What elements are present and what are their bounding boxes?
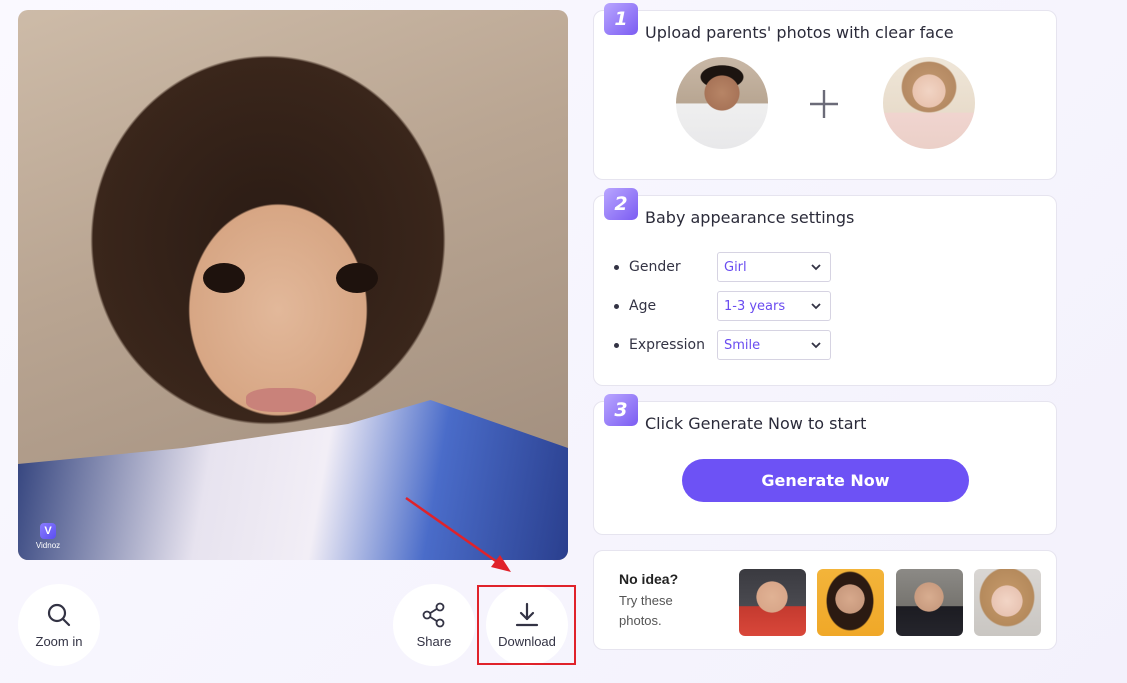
- upload-parents-card: 1 Upload parents' photos with clear face: [593, 3, 1057, 180]
- step-1-title: Upload parents' photos with clear face: [645, 23, 954, 42]
- plus-icon: [810, 90, 838, 118]
- expression-value: Smile: [724, 337, 761, 353]
- image-detail: [18, 400, 568, 560]
- gender-value: Girl: [724, 259, 747, 275]
- mother-photo-upload[interactable]: [883, 57, 975, 149]
- bullet: [614, 264, 619, 270]
- sample-photos-card: No idea? Try these photos.: [593, 550, 1057, 650]
- chevron-down-icon: [811, 303, 821, 310]
- gender-setting: Gender Girl: [614, 252, 831, 282]
- image-detail: [203, 263, 245, 293]
- share-icon: [422, 602, 445, 627]
- bullet: [614, 303, 619, 309]
- age-setting: Age 1-3 years: [614, 291, 831, 321]
- expression-select[interactable]: Smile: [717, 330, 831, 360]
- generate-now-button[interactable]: Generate Now: [682, 459, 969, 502]
- expression-setting: Expression Smile: [614, 330, 831, 360]
- generated-baby-image: V Vidnoz: [18, 10, 568, 560]
- age-value: 1-3 years: [724, 298, 786, 314]
- sample-photo-2[interactable]: [817, 569, 884, 636]
- search-icon: [47, 603, 71, 626]
- zoom-in-label: Zoom in: [35, 633, 83, 649]
- share-label: Share: [416, 633, 452, 649]
- age-select[interactable]: 1-3 years: [717, 291, 831, 321]
- step-2-title: Baby appearance settings: [645, 208, 855, 227]
- chevron-down-icon: [811, 264, 821, 271]
- step-badge-3: 3: [604, 394, 638, 426]
- gender-label: Gender: [629, 259, 681, 275]
- age-label: Age: [629, 298, 657, 314]
- no-idea-title: No idea?: [619, 571, 679, 587]
- vidnoz-watermark: V Vidnoz: [32, 523, 64, 550]
- image-detail: [246, 388, 316, 412]
- step-3-title: Click Generate Now to start: [645, 414, 867, 433]
- expression-label: Expression: [629, 337, 705, 353]
- father-photo-upload[interactable]: [676, 57, 768, 149]
- baby-settings-card: 2 Baby appearance settings Gender Girl A…: [593, 188, 1057, 386]
- download-highlight-box: [477, 585, 576, 665]
- zoom-in-button[interactable]: Zoom in: [18, 584, 100, 666]
- bullet: [614, 342, 619, 348]
- sample-photo-3[interactable]: [896, 569, 963, 636]
- image-detail: [336, 263, 378, 293]
- share-button[interactable]: Share: [393, 584, 475, 666]
- vidnoz-logo-icon: V: [40, 523, 56, 539]
- watermark-text: Vidnoz: [35, 541, 61, 550]
- sample-photo-1[interactable]: [739, 569, 806, 636]
- sample-photo-4[interactable]: [974, 569, 1041, 636]
- step-badge-2: 2: [604, 188, 638, 220]
- chevron-down-icon: [811, 342, 821, 349]
- no-idea-subtitle: Try these photos.: [619, 593, 673, 628]
- generate-card: 3 Click Generate Now to start Generate N…: [593, 394, 1057, 535]
- gender-select[interactable]: Girl: [717, 252, 831, 282]
- step-badge-1: 1: [604, 3, 638, 35]
